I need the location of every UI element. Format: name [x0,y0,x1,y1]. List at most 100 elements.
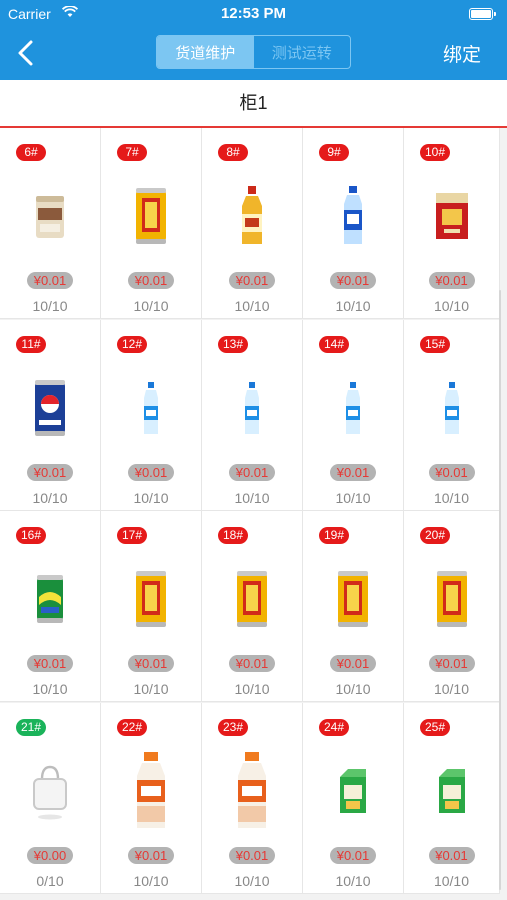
juice-box-icon [438,768,465,813]
price-tag: ¥0.01 [229,846,275,864]
stock-count: 10/10 [335,489,371,506]
tab-slot-maintenance[interactable]: 货道维护 [157,36,254,68]
mode-segmented-control[interactable]: 货道维护 测试运转 [156,35,351,69]
product-image [0,180,100,252]
slot-cell[interactable]: 20# ¥0.01 10/10 [404,511,500,702]
sports-drink-bottle-icon [344,186,362,244]
slot-cell[interactable]: 12# ¥0.01 10/10 [101,319,202,511]
product-image [303,563,403,635]
product-image [101,180,201,252]
stock-count: 10/10 [234,872,270,889]
stock-count: 10/10 [433,872,470,889]
water-bottle-icon [144,381,158,434]
slot-cell[interactable]: 25# ¥0.01 10/10 [404,702,500,894]
slot-cell[interactable]: 10# ¥0.01 10/10 [404,128,500,319]
cigarette-pack-icon [435,193,468,239]
slot-cell[interactable]: 15# ¥0.01 10/10 [404,319,500,511]
herbal-tea-can-icon [338,571,368,627]
stock-count: 10/10 [433,298,470,314]
product-image [0,563,100,635]
slot-cell[interactable]: 14# ¥0.01 10/10 [303,319,404,511]
product-image [303,755,403,827]
bind-button[interactable]: 绑定 [443,40,481,67]
slot-cell[interactable]: 9# ¥0.01 10/10 [303,128,404,319]
slot-cell[interactable]: 11# ¥0.01 10/10 [0,319,101,511]
product-image [404,755,499,827]
slot-number-badge: 17# [117,527,148,544]
slot-cell[interactable]: 13# ¥0.01 10/10 [202,319,303,511]
slot-number-badge: 16# [16,527,47,544]
price-tag: ¥0.01 [428,463,475,481]
herbal-tea-can-icon [237,571,267,627]
herbal-tea-can-icon [436,571,467,627]
price-tag: ¥0.01 [128,655,174,672]
slot-cell[interactable]: 19# ¥0.01 10/10 [303,511,404,702]
tab-test-run[interactable]: 测试运转 [254,36,351,68]
product-image [202,180,302,252]
yogurt-bottle-icon [137,751,165,828]
cola-can-icon [35,379,65,436]
product-image [0,755,100,827]
stock-count: 10/10 [32,489,68,506]
slot-cell[interactable]: 24# ¥0.01 10/10 [303,702,404,894]
slot-cell[interactable]: 17# ¥0.01 10/10 [101,511,202,702]
slot-number-badge: 24# [319,718,350,736]
slot-number-badge: 10# [420,144,451,161]
stock-count: 10/10 [234,298,270,314]
stock-count: 10/10 [133,872,169,889]
juice-box-icon [340,768,366,813]
slot-number-badge: 15# [420,335,451,353]
slot-number-badge: 7# [117,144,147,161]
slot-cell[interactable]: 6# ¥0.01 10/10 [0,128,101,319]
slot-number-badge: 21# [16,718,47,736]
back-icon[interactable] [12,38,40,68]
slot-number-badge: 22# [117,718,148,736]
slot-number-badge: 13# [218,335,249,353]
slot-cell[interactable]: 23# ¥0.01 10/10 [202,702,303,894]
slot-number-badge: 8# [218,144,248,161]
product-image [101,751,201,828]
stock-count: 0/10 [36,872,64,889]
price-tag: ¥0.01 [128,846,174,864]
water-bottle-icon [346,381,360,434]
product-image [101,563,201,635]
stock-count: 10/10 [133,298,169,314]
product-image [404,180,499,252]
stock-count: 10/10 [335,681,371,697]
slot-number-badge: 19# [319,527,350,544]
stock-count: 10/10 [234,681,270,697]
cabinet-title: 柜1 [0,80,507,128]
price-tag: ¥0.01 [128,272,174,289]
price-tag: ¥0.01 [330,846,376,864]
slot-number-badge: 18# [218,527,249,544]
slot-cell[interactable]: 22# ¥0.01 10/10 [101,702,202,894]
slot-number-badge: 14# [319,335,350,353]
slot-cell[interactable]: 16# ¥0.01 10/10 [0,511,101,702]
scrollbar[interactable] [499,290,501,890]
yogurt-bottle-icon [238,751,266,828]
product-image [202,751,302,828]
price-tag: ¥0.01 [229,272,275,289]
stock-count: 10/10 [335,872,371,889]
empty-bag-icon [33,765,67,819]
slot-number-badge: 11# [16,335,46,353]
soda-can-icon [37,575,63,623]
battery-icon [469,8,496,20]
slot-cell[interactable]: 8# ¥0.01 10/10 [202,128,303,319]
stock-count: 10/10 [32,681,68,697]
price-tag: ¥0.01 [27,463,73,481]
slot-cell[interactable]: 18# ¥0.01 10/10 [202,511,303,702]
slot-cell[interactable]: 7# ¥0.01 10/10 [101,128,202,319]
stock-count: 10/10 [433,489,470,506]
slot-number-badge: 23# [218,718,249,736]
price-tag: ¥0.01 [27,655,73,672]
price-tag: ¥0.01 [128,463,174,481]
herbal-tea-can-icon [136,571,166,627]
slot-cell[interactable]: 21# ¥0.00 0/10 [0,702,101,894]
price-tag: ¥0.01 [229,463,275,481]
herbal-tea-can-icon [136,188,166,244]
stock-count: 10/10 [335,298,371,314]
product-image [101,372,201,444]
price-tag: ¥0.01 [229,655,275,672]
product-image [404,563,499,635]
